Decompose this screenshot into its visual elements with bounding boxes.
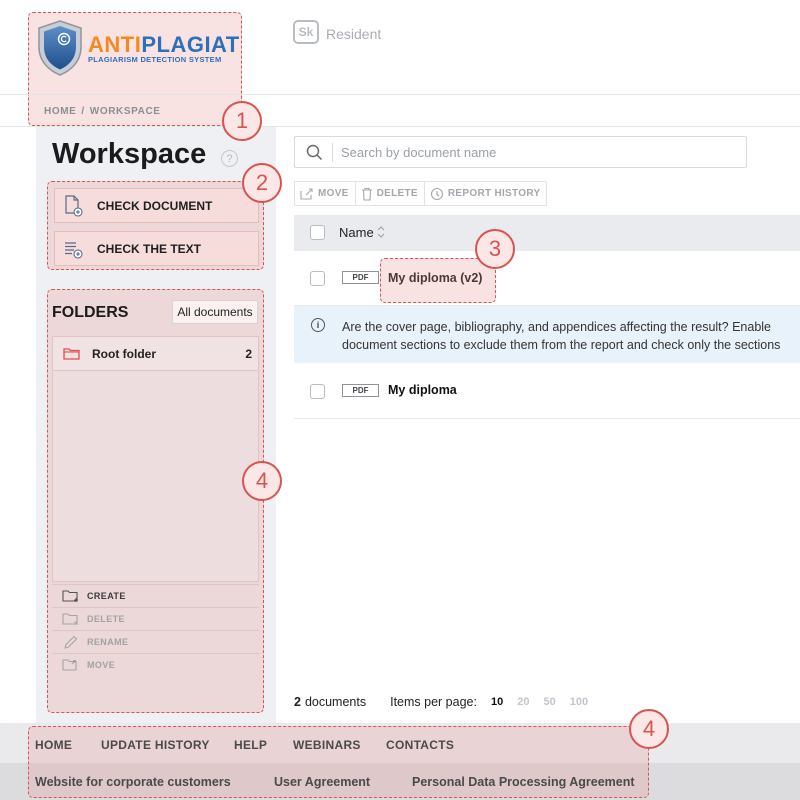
footer-link-update-history[interactable]: UPDATE HISTORY xyxy=(101,738,210,752)
footer-link-help[interactable]: HELP xyxy=(234,738,267,752)
pdf-type-badge: PDF xyxy=(342,384,379,397)
info-message: Are the cover page, bibliography, and ap… xyxy=(342,320,781,352)
document-count: 2 xyxy=(294,695,301,709)
info-banner: i Are the cover page, bibliography, and … xyxy=(294,306,800,363)
document-add-icon xyxy=(65,194,83,217)
folders-title: FOLDERS xyxy=(52,304,129,321)
check-document-button[interactable]: CHECK DOCUMENT xyxy=(54,188,259,223)
document-toolbar: MOVE DELETE REPORT HISTORY xyxy=(294,181,548,206)
page-size-100[interactable]: 100 xyxy=(570,696,588,708)
footer-link-home[interactable]: HOME xyxy=(35,738,72,752)
report-history-label: REPORT HISTORY xyxy=(447,188,541,199)
row-checkbox[interactable] xyxy=(310,384,325,399)
skolkovo-logo-icon: Sk xyxy=(293,20,319,44)
report-history-button[interactable]: REPORT HISTORY xyxy=(425,182,547,205)
rename-folder-label: RENAME xyxy=(87,637,129,647)
footer-link-corporate[interactable]: Website for corporate customers xyxy=(35,775,231,789)
folder-name: Root folder xyxy=(92,346,156,361)
folder-count: 2 xyxy=(245,346,252,361)
partner-name: Resident xyxy=(326,26,382,42)
breadcrumb: HOME / WORKSPACE xyxy=(44,106,161,117)
history-icon xyxy=(430,187,443,200)
delete-label: DELETE xyxy=(376,188,418,199)
move-label: MOVE xyxy=(318,188,349,199)
shield-logo-icon xyxy=(38,20,82,76)
table-row[interactable]: PDF My diploma (v2) xyxy=(294,251,800,306)
annotation-badge-2: 2 xyxy=(242,163,282,203)
page-size-20[interactable]: 20 xyxy=(517,696,529,708)
check-actions-group: CHECK DOCUMENT CHECK THE TEXT xyxy=(47,181,264,270)
annotation-badge-3: 3 xyxy=(475,229,515,269)
folder-list: Root folder 2 xyxy=(52,336,259,582)
breadcrumb-home[interactable]: HOME xyxy=(44,106,76,117)
column-header-name[interactable]: Name xyxy=(339,225,374,240)
move-folder-button[interactable]: MOVE xyxy=(52,653,259,676)
footer-link-data-processing[interactable]: Personal Data Processing Agreement xyxy=(412,775,635,789)
search-divider xyxy=(332,143,333,162)
search-icon xyxy=(306,144,323,161)
header-divider xyxy=(0,94,800,95)
pagination: 2 documents Items per page: 10 20 50 100 xyxy=(294,695,602,709)
check-text-button[interactable]: CHECK THE TEXT xyxy=(54,231,259,266)
delete-folder-button[interactable]: DELETE xyxy=(52,607,259,630)
folder-move-icon xyxy=(62,659,77,671)
table-row[interactable]: PDF My diploma xyxy=(294,363,800,419)
info-icon: i xyxy=(311,318,325,332)
page-title: Workspace xyxy=(52,138,207,170)
search-box xyxy=(294,136,747,168)
folders-panel: FOLDERS All documents Root folder 2 CREA… xyxy=(47,289,264,713)
document-name[interactable]: My diploma xyxy=(388,383,457,397)
sort-icon[interactable] xyxy=(377,225,385,239)
footer-link-user-agreement[interactable]: User Agreement xyxy=(274,775,370,789)
breadcrumb-workspace: WORKSPACE xyxy=(89,106,161,117)
delete-folder-label: DELETE xyxy=(87,614,125,624)
create-folder-button[interactable]: CREATE xyxy=(52,584,259,607)
folder-create-icon xyxy=(62,590,78,602)
folder-delete-icon xyxy=(62,613,78,625)
page-size-10[interactable]: 10 xyxy=(491,696,503,708)
move-icon xyxy=(300,187,313,200)
delete-button[interactable]: DELETE xyxy=(356,182,425,205)
table-header: Name xyxy=(294,215,800,251)
check-text-label: CHECK THE TEXT xyxy=(97,241,202,256)
help-icon[interactable]: ? xyxy=(221,150,238,167)
move-folder-label: MOVE xyxy=(87,660,116,670)
search-input[interactable] xyxy=(341,137,741,167)
page-size-50[interactable]: 50 xyxy=(543,696,555,708)
text-add-icon xyxy=(65,241,83,259)
footer-link-contacts[interactable]: CONTACTS xyxy=(386,738,454,752)
folder-icon xyxy=(63,348,80,360)
breadcrumb-separator: / xyxy=(81,106,85,117)
row-checkbox[interactable] xyxy=(310,271,325,286)
move-button[interactable]: MOVE xyxy=(295,182,356,205)
trash-icon xyxy=(361,187,372,201)
document-count-label: documents xyxy=(304,695,367,709)
folder-item-root[interactable]: Root folder 2 xyxy=(53,337,258,371)
annotation-badge-4-footer: 4 xyxy=(629,709,669,749)
annotation-badge-1: 1 xyxy=(222,101,262,141)
footer-link-webinars[interactable]: WEBINARS xyxy=(293,738,361,752)
brand-subtitle: PLAGIARISM DETECTION SYSTEM xyxy=(88,55,222,64)
annotation-badge-4-sidebar: 4 xyxy=(242,461,282,501)
select-all-checkbox[interactable] xyxy=(310,225,325,240)
rename-folder-button[interactable]: RENAME xyxy=(52,630,259,653)
create-folder-label: CREATE xyxy=(87,591,126,601)
pencil-icon xyxy=(64,635,78,649)
all-documents-button[interactable]: All documents xyxy=(172,300,258,324)
check-document-label: CHECK DOCUMENT xyxy=(97,198,213,213)
document-highlight xyxy=(380,258,496,303)
pdf-type-badge: PDF xyxy=(342,271,379,284)
items-per-page-label: Items per page: xyxy=(390,695,477,709)
